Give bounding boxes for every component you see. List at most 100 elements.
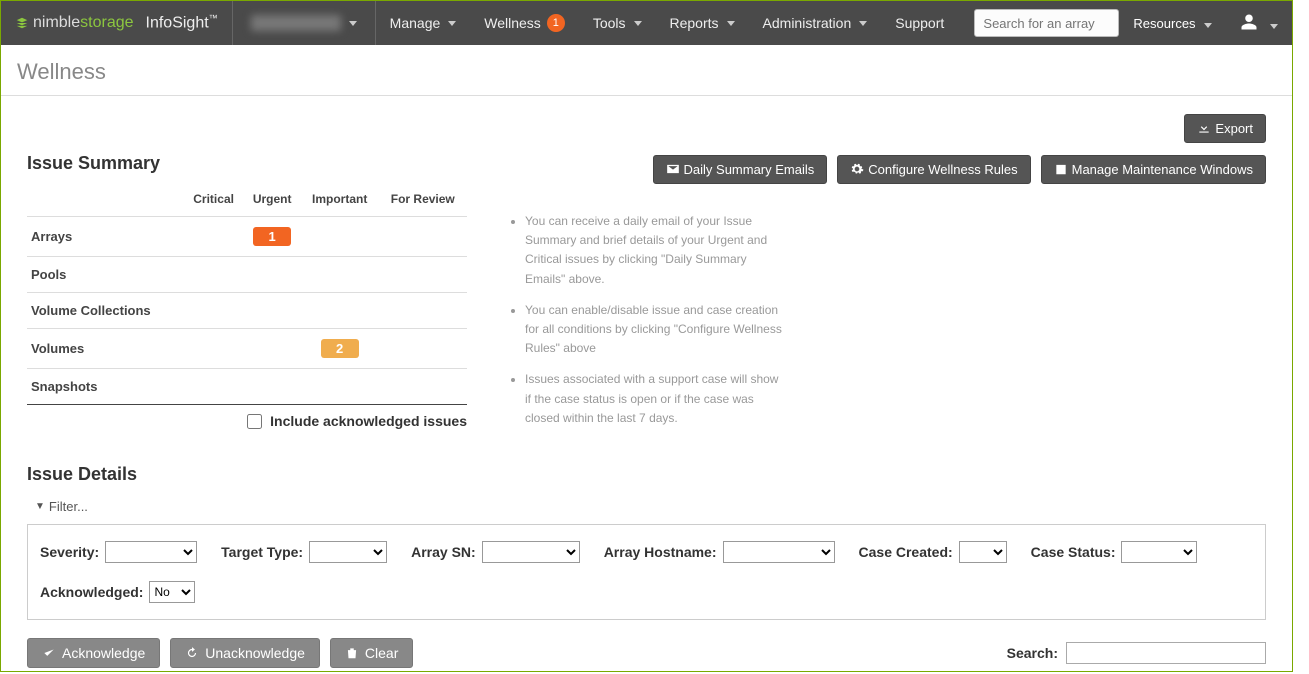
undo-icon [185, 645, 199, 661]
case-status-select[interactable] [1121, 541, 1197, 563]
array-sn-select[interactable] [482, 541, 580, 563]
mail-icon [666, 162, 680, 177]
acknowledged-label: Acknowledged: [40, 584, 143, 600]
cell-review [379, 369, 467, 405]
menu-tools[interactable]: Tools [579, 1, 656, 45]
row-label: Arrays [27, 217, 184, 257]
issue-summary-heading: Issue Summary [27, 153, 467, 174]
row-label: Volumes [27, 329, 184, 369]
row-label: Pools [27, 257, 184, 293]
menu-reports[interactable]: Reports [656, 1, 749, 45]
cell-urgent: 1 [244, 217, 301, 257]
wellness-badge: 1 [547, 14, 565, 32]
org-selector[interactable] [233, 1, 376, 45]
cell-review [379, 329, 467, 369]
trash-icon [345, 645, 359, 661]
cell-review [379, 293, 467, 329]
acknowledge-button[interactable]: Acknowledge [27, 638, 160, 668]
chevron-down-icon [859, 21, 867, 26]
cell-urgent [244, 329, 301, 369]
cell-critical [184, 293, 244, 329]
export-button[interactable]: Export [1184, 114, 1266, 143]
include-ack-checkbox[interactable] [247, 414, 262, 429]
cell-urgent [244, 257, 301, 293]
cell-critical [184, 329, 244, 369]
cell-review [379, 217, 467, 257]
chevron-down-icon [1270, 24, 1278, 29]
chevron-down-icon [634, 21, 642, 26]
case-created-label: Case Created: [859, 544, 953, 560]
table-row: Volumes 2 [27, 329, 467, 369]
target-type-select[interactable] [309, 541, 387, 563]
menu-user[interactable] [1226, 13, 1292, 34]
table-row: Arrays 1 [27, 217, 467, 257]
tip-item: You can enable/disable issue and case cr… [525, 301, 787, 359]
menu-wellness[interactable]: Wellness1 [470, 1, 579, 45]
tips-list: You can receive a daily email of your Is… [507, 212, 1266, 428]
array-sn-label: Array SN: [411, 544, 476, 560]
search-label: Search: [1007, 645, 1058, 661]
cell-review [379, 257, 467, 293]
search-box [974, 9, 1119, 37]
check-icon [42, 645, 56, 661]
table-row: Snapshots [27, 369, 467, 405]
severity-select[interactable] [105, 541, 197, 563]
filter-toggle[interactable]: ▼ Filter... [35, 499, 88, 514]
case-status-label: Case Status: [1031, 544, 1116, 560]
tip-item: You can receive a daily email of your Is… [525, 212, 787, 289]
org-name-redacted [251, 15, 341, 31]
array-hostname-select[interactable] [723, 541, 835, 563]
chevron-down-icon [727, 21, 735, 26]
page-title: Wellness [1, 45, 1292, 95]
right-menu: Resources [1119, 1, 1292, 45]
case-created-select[interactable] [959, 541, 1007, 563]
col-important: Important [301, 186, 379, 217]
array-hostname-label: Array Hostname: [604, 544, 717, 560]
cell-important [301, 293, 379, 329]
cell-important [301, 217, 379, 257]
main-menu: Manage Wellness1 Tools Reports Administr… [376, 1, 959, 45]
issue-summary-table: Critical Urgent Important For Review Arr… [27, 186, 467, 405]
menu-support[interactable]: Support [881, 1, 958, 45]
count-pill[interactable]: 1 [253, 227, 291, 246]
target-type-label: Target Type: [221, 544, 303, 560]
row-label: Snapshots [27, 369, 184, 405]
cell-urgent [244, 293, 301, 329]
table-row: Volume Collections [27, 293, 467, 329]
download-icon [1197, 121, 1211, 136]
issue-details-heading: Issue Details [27, 464, 1266, 485]
severity-label: Severity: [40, 544, 99, 560]
acknowledged-select[interactable]: No [149, 581, 195, 603]
cell-urgent [244, 369, 301, 405]
count-pill[interactable]: 2 [321, 339, 359, 358]
tip-item: Issues associated with a support case wi… [525, 370, 787, 428]
chevron-down-icon [349, 21, 357, 26]
gear-icon [850, 162, 864, 177]
details-search-input[interactable] [1066, 642, 1266, 664]
daily-summary-emails-button[interactable]: Daily Summary Emails [653, 155, 828, 184]
chevron-down-icon [448, 21, 456, 26]
col-urgent: Urgent [244, 186, 301, 217]
col-review: For Review [379, 186, 467, 217]
cell-critical [184, 257, 244, 293]
configure-wellness-rules-button[interactable]: Configure Wellness Rules [837, 155, 1030, 184]
include-ack-label[interactable]: Include acknowledged issues [247, 413, 467, 429]
cell-important: 2 [301, 329, 379, 369]
logo-icon [15, 16, 29, 31]
unacknowledge-button[interactable]: Unacknowledge [170, 638, 320, 668]
user-icon [1240, 16, 1262, 33]
table-row: Pools [27, 257, 467, 293]
clear-button[interactable]: Clear [330, 638, 413, 668]
calendar-icon [1054, 162, 1068, 177]
menu-manage[interactable]: Manage [376, 1, 471, 45]
menu-administration[interactable]: Administration [749, 1, 882, 45]
brand-name: nimblestorage [33, 14, 134, 32]
search-input[interactable] [974, 9, 1119, 37]
triangle-down-icon: ▼ [35, 501, 45, 512]
manage-maintenance-windows-button[interactable]: Manage Maintenance Windows [1041, 155, 1266, 184]
menu-resources[interactable]: Resources [1119, 16, 1225, 31]
cell-critical [184, 369, 244, 405]
cell-important [301, 369, 379, 405]
brand: nimblestorage InfoSight™ [1, 1, 233, 45]
cell-critical [184, 217, 244, 257]
